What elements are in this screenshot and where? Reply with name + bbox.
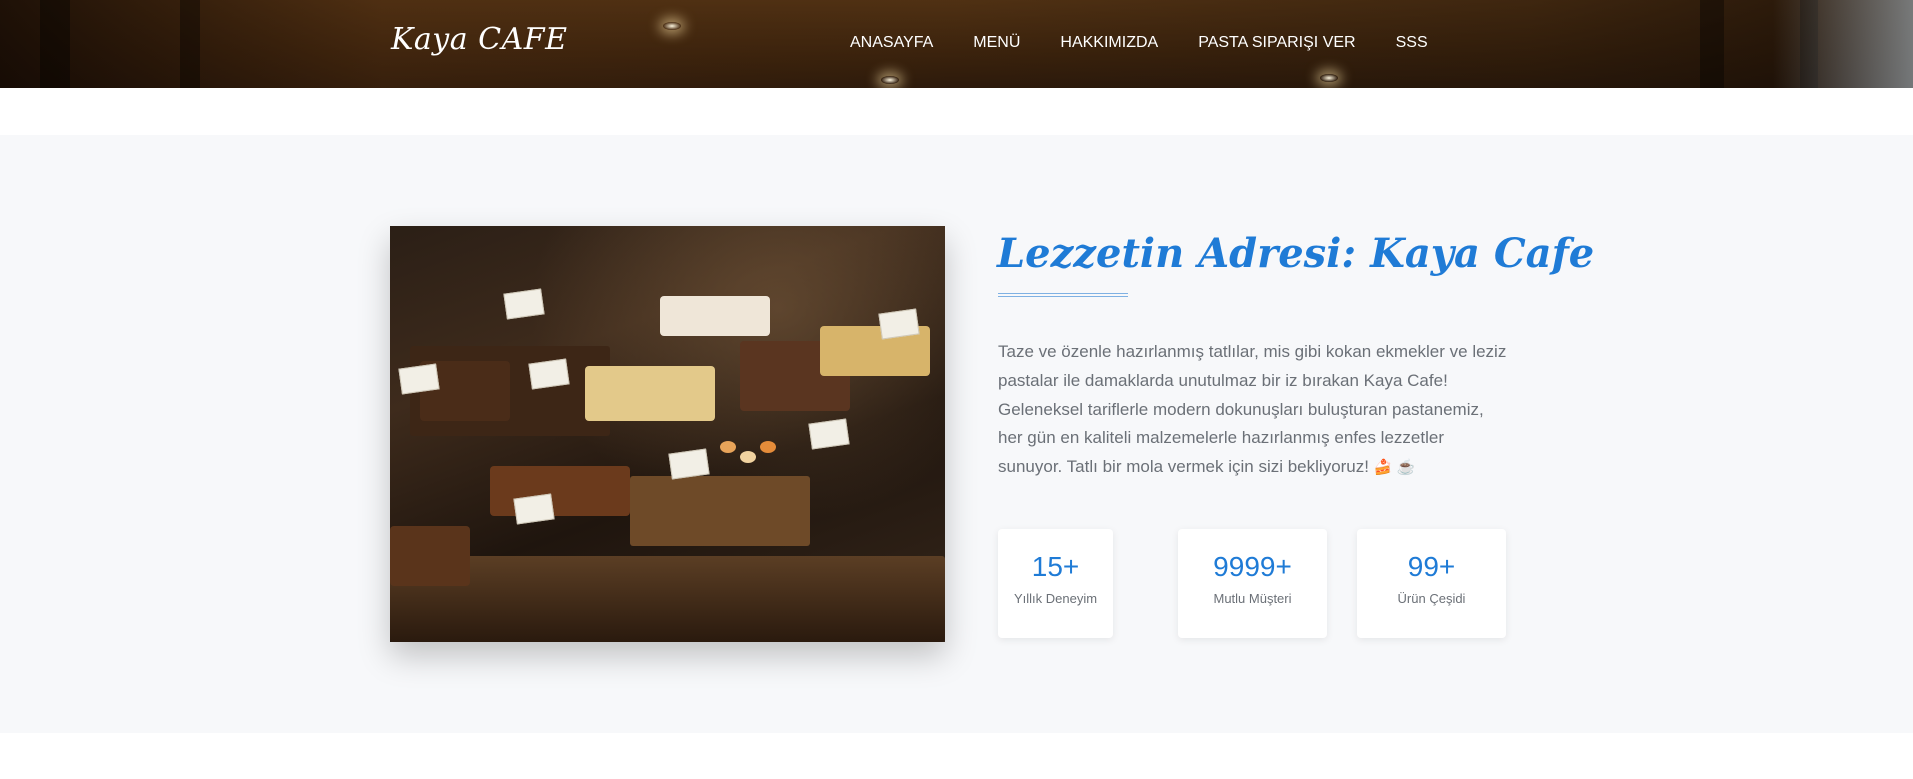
about-section (0, 135, 1913, 733)
about-description-text: Taze ve özenle hazırlanmış tatlılar, mis… (998, 342, 1507, 477)
about-description: Taze ve özenle hazırlanmış tatlılar, mis… (998, 338, 1508, 483)
nav-item-menu[interactable]: MENÜ (973, 34, 1020, 52)
photo-price-tag (398, 363, 440, 395)
nav-item-pasta-siparisi[interactable]: PASTA SIPARIŞI VER (1198, 34, 1355, 52)
photo-cupcakes (660, 296, 770, 336)
stat-label: Ürün Çeşidi (1397, 591, 1466, 606)
photo-price-tag (503, 288, 545, 320)
nav-item-hakkimizda[interactable]: HAKKIMIZDA (1060, 34, 1158, 52)
window-light (1773, 0, 1913, 88)
photo-price-tag (528, 358, 570, 390)
photo-price-tag (668, 448, 710, 480)
stat-card-customers: 9999+ Mutlu Müşteri (1178, 529, 1327, 638)
header-background-beam (1700, 0, 1724, 88)
nav-item-anasayfa[interactable]: ANASAYFA (850, 34, 933, 52)
ceiling-lamp (1320, 74, 1338, 82)
stat-label: Yıllık Deneyim (1013, 591, 1098, 606)
stat-value: 99+ (1407, 551, 1456, 582)
cake-coffee-icon: 🍰 ☕ (1373, 459, 1416, 477)
stat-card-experience: 15+ Yıllık Deneyim (998, 529, 1113, 638)
photo-counter (390, 556, 945, 642)
photo-price-tag (878, 308, 920, 340)
header-background-beam (40, 0, 70, 88)
photo-price-tag (808, 418, 850, 450)
about-title: Lezzetin Adresi: Kaya Cafe (997, 230, 1595, 277)
bakery-display-photo (390, 226, 945, 642)
photo-canneles (490, 466, 630, 516)
ceiling-lamp (881, 76, 899, 84)
photo-macaron (740, 451, 756, 463)
photo-brownie (390, 526, 470, 586)
brand-logo[interactable]: Kaya CAFE (391, 22, 568, 57)
photo-crate (630, 476, 810, 546)
title-underline (998, 293, 1128, 297)
photo-macaron (720, 441, 736, 453)
stat-card-products: 99+ Ürün Çeşidi (1357, 529, 1506, 638)
ceiling-lamp (663, 22, 681, 30)
header-background-beam (180, 0, 200, 88)
main-nav: ANASAYFA MENÜ HAKKIMIZDA PASTA SIPARIŞI … (850, 34, 1468, 52)
photo-cake-slices (585, 366, 715, 421)
stat-value: 15+ (1031, 551, 1080, 582)
stat-label: Mutlu Müşteri (1213, 591, 1292, 606)
stat-value: 9999+ (1213, 551, 1292, 582)
photo-price-tag (513, 493, 555, 525)
photo-macaron (760, 441, 776, 453)
header-bar: Kaya CAFE ANASAYFA MENÜ HAKKIMIZDA PASTA… (0, 0, 1913, 88)
nav-item-sss[interactable]: SSS (1396, 34, 1428, 52)
